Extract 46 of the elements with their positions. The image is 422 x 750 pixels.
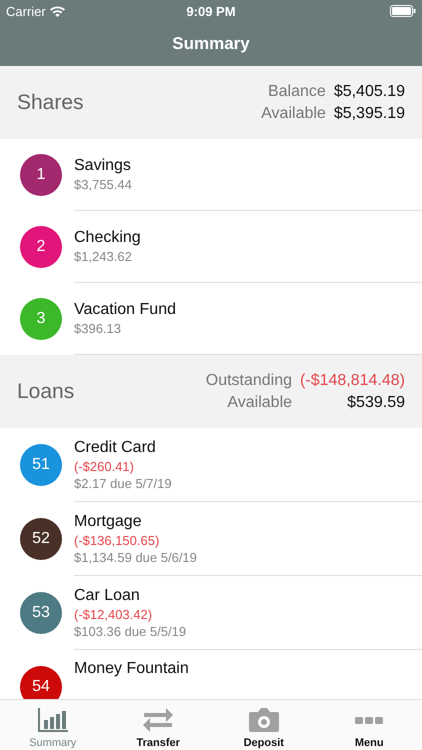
account-name[interactable]: Car Loan	[74, 586, 422, 606]
total-label: Available	[226, 392, 292, 412]
account-amount: $103.36 due 5/5/19	[74, 622, 188, 640]
account-name[interactable]: Vacation Fund	[74, 300, 422, 320]
total-value: $5,405.19	[334, 82, 405, 102]
account-number-badge: 54	[20, 666, 62, 699]
tab-bar-item[interactable]: Menu	[316, 700, 422, 750]
bar-chart-icon	[36, 707, 69, 733]
total-value: $539.59	[346, 392, 405, 412]
camera-icon	[248, 707, 280, 733]
more-icon	[355, 717, 384, 724]
account-number-badge: 2	[20, 226, 62, 268]
account-name[interactable]: Savings	[74, 156, 422, 176]
account-amount: $1,243.62	[74, 248, 133, 265]
account-name[interactable]: Checking	[74, 228, 422, 248]
account-number-badge: 52	[20, 518, 62, 560]
account-amount: $3,755.44	[74, 176, 133, 193]
account-number-badge: 1	[20, 154, 62, 196]
account-amount: (-$12,403.42)	[74, 606, 154, 622]
account-name[interactable]: Money Fountain	[74, 659, 422, 679]
account-amount: $1,134.59 due 5/6/19	[74, 548, 198, 566]
account-amount: $2.17 due 5/7/19	[74, 474, 173, 492]
account-amount: (-$136,150.65)	[74, 532, 160, 548]
total-value: $5,395.19	[334, 104, 405, 124]
section-title: Loans	[17, 380, 74, 404]
wifi-icon	[50, 6, 65, 16]
total-label: Balance	[266, 82, 326, 102]
account-number-badge: 51	[20, 444, 62, 486]
account-amount: $396.13	[74, 320, 122, 337]
tab-bar-item[interactable]: Transfer	[106, 700, 211, 750]
transfer-icon	[142, 707, 174, 733]
status-time: 9:09 PM	[186, 4, 236, 18]
account-number-badge: 3	[20, 298, 62, 340]
tab-bar-item[interactable]: Deposit	[211, 700, 316, 750]
account-number-badge: 53	[20, 592, 62, 634]
total-label: Available	[261, 104, 326, 124]
battery-icon	[390, 5, 416, 17]
nav-title: Summary	[172, 34, 250, 54]
account-name[interactable]: Credit Card	[74, 438, 422, 458]
total-value: (-$148,814.48)	[300, 370, 405, 390]
total-label: Outstanding	[206, 370, 292, 390]
account-name[interactable]: Mortgage	[74, 512, 422, 532]
tab-bar-item[interactable]: Summary	[0, 700, 106, 750]
section-title: Shares	[17, 90, 84, 114]
carrier-label: Carrier	[6, 4, 46, 18]
account-amount: (-$260.41)	[74, 458, 135, 474]
